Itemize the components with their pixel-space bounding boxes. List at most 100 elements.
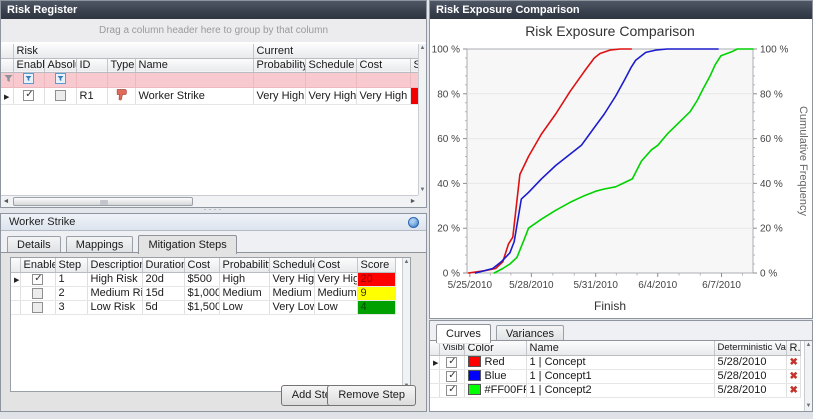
vertical-scrollbar[interactable]: ▲ ▼ <box>402 258 410 391</box>
cost-cell[interactable]: Very High <box>356 87 410 104</box>
curve-row[interactable]: #FF00FF00 1 | Concept2 5/28/2010 ✖ <box>430 383 800 397</box>
enabled-checkbox[interactable] <box>32 288 43 299</box>
enabled-cell[interactable] <box>20 272 55 286</box>
visible-checkbox[interactable] <box>446 385 457 396</box>
column-header-enabled[interactable]: Enabled <box>13 58 44 72</box>
filter-cell-type[interactable] <box>107 72 135 87</box>
cost2-cell[interactable]: Low <box>314 300 357 314</box>
scroll-right-arrow[interactable]: ► <box>408 197 418 207</box>
visible-cell[interactable] <box>439 355 464 369</box>
score-cell[interactable] <box>410 87 418 104</box>
step-cell[interactable]: 2 <box>55 286 87 300</box>
name-cell[interactable]: 1 | Concept2 <box>526 383 714 397</box>
filter-cell-schedule[interactable] <box>305 72 356 87</box>
curve-row[interactable]: ▶ Red 1 | Concept 5/28/2010 ✖ <box>430 355 800 369</box>
duration-cell[interactable]: 15d <box>142 286 184 300</box>
id-cell[interactable]: R1 <box>76 87 107 104</box>
column-header-cost[interactable]: Cost <box>184 258 219 272</box>
description-cell[interactable]: Low Risk <box>87 300 142 314</box>
duration-cell[interactable]: 5d <box>142 300 184 314</box>
filter-cell-absolute[interactable] <box>44 72 76 87</box>
vertical-scrollbar[interactable]: ▲ ▼ <box>804 341 812 411</box>
column-header-duration[interactable]: Duration <box>142 258 184 272</box>
name-cell[interactable]: 1 | Concept1 <box>526 369 714 383</box>
visible-cell[interactable] <box>439 383 464 397</box>
remove-cell[interactable]: ✖ <box>786 383 800 397</box>
remove-curve-button[interactable]: ✖ <box>790 371 798 382</box>
risk-row[interactable]: ▶ R1 Worker Strike Very High Very High V… <box>1 87 418 104</box>
probability-cell[interactable]: High <box>219 272 269 286</box>
cost-cell[interactable]: $1,000 <box>184 286 219 300</box>
column-header-score[interactable]: Sc <box>410 58 418 72</box>
mitigation-row[interactable]: 3 Low Risk 5d $1,500 Low Very Low Low 4 <box>11 300 395 314</box>
tab-mitigation-steps[interactable]: Mitigation Steps <box>138 235 236 254</box>
column-header-schedule[interactable]: Schedule <box>269 258 314 272</box>
filter-cell-name[interactable] <box>135 72 253 87</box>
description-cell[interactable]: Medium Risk <box>87 286 142 300</box>
filter-cell-score[interactable] <box>410 72 418 87</box>
probability-cell[interactable]: Medium <box>219 286 269 300</box>
duration-cell[interactable]: 20d <box>142 272 184 286</box>
cost2-cell[interactable]: Medium <box>314 286 357 300</box>
remove-step-button[interactable]: Remove Step <box>327 385 416 406</box>
scroll-up-arrow[interactable]: ▲ <box>419 44 426 53</box>
remove-cell[interactable]: ✖ <box>786 355 800 369</box>
group-header-current[interactable]: Current <box>253 44 418 58</box>
description-cell[interactable]: High Risk <box>87 272 142 286</box>
enabled-cell[interactable] <box>20 286 55 300</box>
score-cell[interactable]: 4 <box>357 300 395 314</box>
visible-cell[interactable] <box>439 369 464 383</box>
scroll-left-arrow[interactable]: ◄ <box>1 197 11 207</box>
enabled-checkbox[interactable] <box>32 302 43 313</box>
probability-cell[interactable]: Very High <box>253 87 305 104</box>
column-header-score[interactable]: Score <box>357 258 395 272</box>
visible-checkbox[interactable] <box>446 357 457 368</box>
cost-cell[interactable]: $500 <box>184 272 219 286</box>
remove-curve-button[interactable]: ✖ <box>790 357 798 368</box>
column-header-cost2[interactable]: Cost <box>314 258 357 272</box>
schedule-cell[interactable]: Medium <box>269 286 314 300</box>
color-cell[interactable]: #FF00FF00 <box>464 383 526 397</box>
deterministic-value-cell[interactable]: 5/28/2010 <box>714 355 786 369</box>
column-header-deterministic-value[interactable]: Deterministic Value <box>714 341 786 355</box>
mitigation-row[interactable]: ▶ 1 High Risk 20d $500 High Very High Ve… <box>11 272 395 286</box>
name-cell[interactable]: Worker Strike <box>135 87 253 104</box>
filter-cell-enabled[interactable] <box>13 72 44 87</box>
column-header-id[interactable]: ID <box>76 58 107 72</box>
column-header-remove[interactable]: R... <box>786 341 800 355</box>
deterministic-value-cell[interactable]: 5/28/2010 <box>714 383 786 397</box>
tab-curves[interactable]: Curves <box>436 324 491 343</box>
type-cell[interactable] <box>107 87 135 104</box>
schedule-cell[interactable]: Very High <box>269 272 314 286</box>
visible-checkbox[interactable] <box>446 371 457 382</box>
column-header-description[interactable]: Description <box>87 258 142 272</box>
absolute-cell[interactable] <box>44 87 76 104</box>
vertical-scrollbar[interactable]: ▲ ▼ <box>418 44 426 195</box>
name-cell[interactable]: 1 | Concept <box>526 355 714 369</box>
column-header-probability[interactable]: Probability <box>219 258 269 272</box>
filter-cell-cost[interactable] <box>356 72 410 87</box>
score-cell[interactable]: 9 <box>357 286 395 300</box>
column-header-name[interactable]: Name <box>526 341 714 355</box>
scroll-down-arrow[interactable]: ▼ <box>419 186 426 195</box>
column-header-name[interactable]: Name <box>135 58 253 72</box>
group-header-risk[interactable]: Risk <box>13 44 253 58</box>
enabled-cell[interactable] <box>13 87 44 104</box>
score-cell[interactable]: 20 <box>357 272 395 286</box>
column-header-cost[interactable]: Cost <box>356 58 410 72</box>
scrollbar-thumb[interactable] <box>13 197 193 206</box>
column-header-enabled[interactable]: Enabled <box>20 258 55 272</box>
schedule-cell[interactable]: Very High <box>305 87 356 104</box>
scroll-up-arrow[interactable]: ▲ <box>403 258 410 267</box>
step-cell[interactable]: 1 <box>55 272 87 286</box>
color-cell[interactable]: Blue <box>464 369 526 383</box>
curve-row[interactable]: Blue 1 | Concept1 5/28/2010 ✖ <box>430 369 800 383</box>
filter-cell-id[interactable] <box>76 72 107 87</box>
enabled-cell[interactable] <box>20 300 55 314</box>
schedule-cell[interactable]: Very Low <box>269 300 314 314</box>
scroll-up-arrow[interactable]: ▲ <box>805 341 812 350</box>
collapse-pin-icon[interactable] <box>408 217 419 228</box>
filter-cell-probability[interactable] <box>253 72 305 87</box>
remove-curve-button[interactable]: ✖ <box>790 385 798 396</box>
absolute-checkbox[interactable] <box>55 90 66 101</box>
